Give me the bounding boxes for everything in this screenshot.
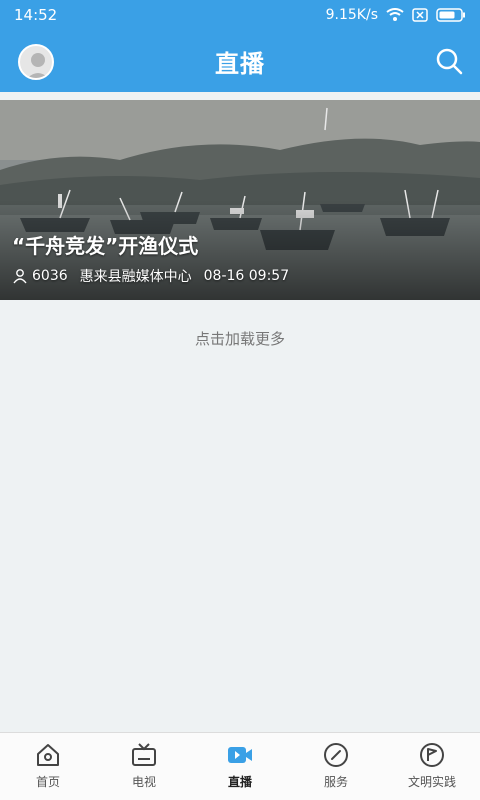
live-meta: 6036 惠来县融媒体中心 08-16 09:57	[12, 266, 289, 286]
tab-service-label: 服务	[323, 775, 348, 789]
search-icon[interactable]	[434, 46, 464, 76]
avatar[interactable]	[18, 44, 54, 80]
app-header: 直播	[0, 30, 480, 92]
bottom-tab-bar: 首页 电视 直播 服务 文明实践	[0, 732, 480, 800]
live-video-icon	[228, 747, 252, 763]
live-banner[interactable]: “千舟竞发”开渔仪式 6036 惠来县融媒体中心 08-16 09:57	[0, 100, 480, 300]
status-icons: 9.15K/s	[326, 7, 466, 23]
tab-tv-label: 电视	[131, 775, 156, 789]
tv-icon	[132, 743, 156, 766]
live-source: 惠来县融媒体中心	[79, 269, 192, 285]
person-icon	[13, 269, 27, 284]
status-bar: 14:52 9.15K/s	[0, 0, 480, 30]
tab-civilization[interactable]: 文明实践	[384, 733, 480, 800]
header-divider	[0, 92, 480, 100]
home-icon	[37, 744, 59, 766]
tab-live-label: 直播	[227, 775, 252, 789]
wifi-icon	[386, 8, 404, 22]
tab-civilization-label: 文明实践	[407, 775, 456, 789]
page-title: 直播	[215, 49, 265, 78]
viewer-count-value: 6036	[32, 268, 68, 284]
live-title: “千舟竞发”开渔仪式	[12, 234, 199, 258]
tab-service[interactable]: 服务	[288, 733, 384, 800]
load-more-button[interactable]: 点击加载更多	[0, 328, 480, 349]
battery-icon	[436, 8, 466, 22]
flag-icon	[420, 743, 444, 767]
status-time: 14:52	[14, 6, 58, 24]
no-sim-icon	[412, 8, 428, 22]
tab-live[interactable]: 直播	[192, 733, 288, 800]
compass-icon	[324, 743, 348, 767]
tab-home[interactable]: 首页	[0, 733, 96, 800]
network-speed: 9.15K/s	[325, 7, 378, 23]
live-datetime: 08-16 09:57	[203, 268, 290, 284]
viewer-count: 6036	[12, 268, 68, 284]
tab-home-label: 首页	[35, 775, 60, 789]
tab-tv[interactable]: 电视	[96, 733, 192, 800]
